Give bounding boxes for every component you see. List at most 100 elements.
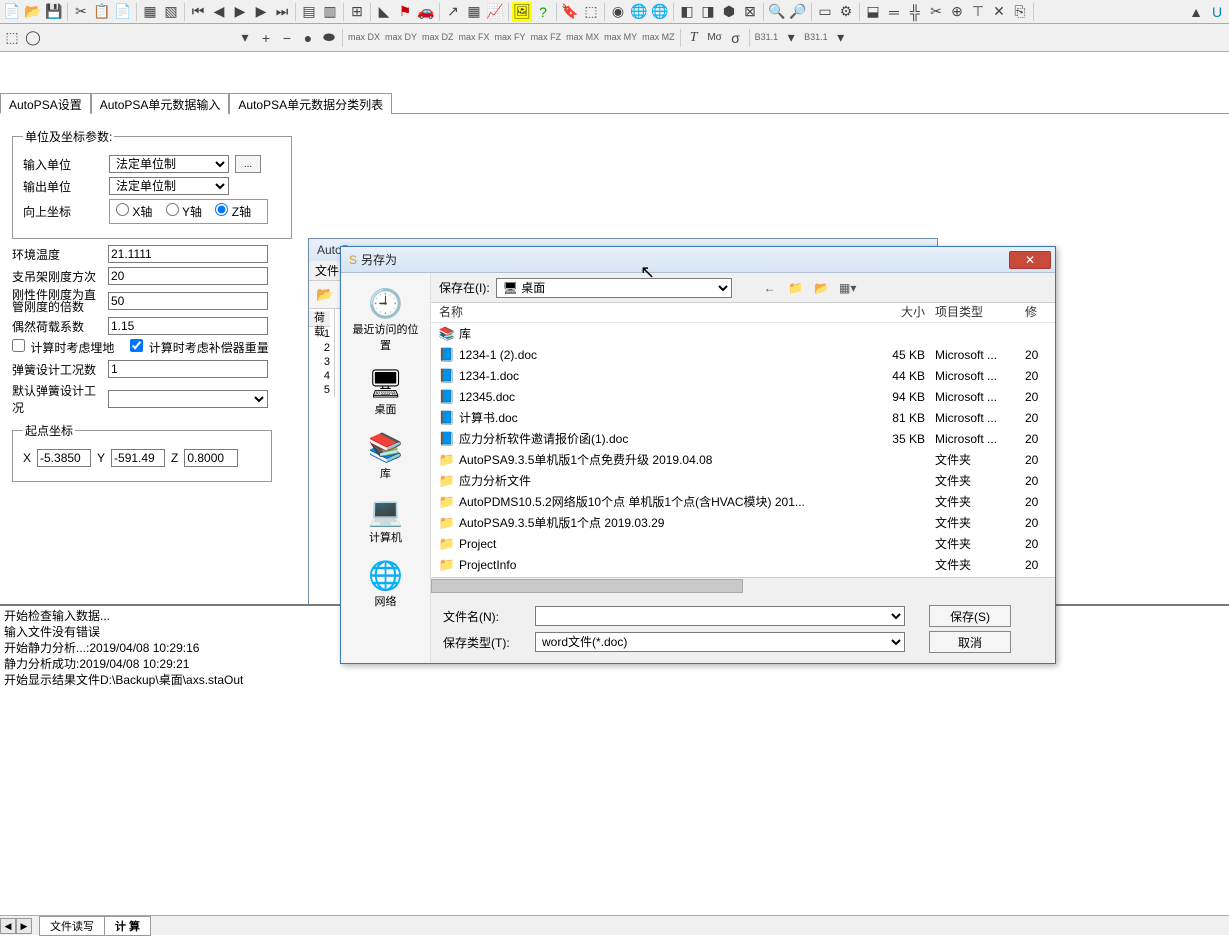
new-file-icon[interactable]: 📄 bbox=[2, 2, 22, 22]
dot-icon[interactable]: ● bbox=[298, 28, 318, 48]
place-desktop[interactable]: 🖥桌面 bbox=[351, 365, 421, 417]
cut-icon[interactable]: ✂ bbox=[71, 2, 91, 22]
filetype-select[interactable]: word文件(*.doc) bbox=[535, 632, 905, 652]
max-fx-label[interactable]: max FX bbox=[457, 33, 492, 42]
stiffness-exp-input[interactable] bbox=[108, 267, 268, 285]
pivot-icon[interactable]: ⊞ bbox=[347, 2, 367, 22]
join-icon[interactable]: ⊕ bbox=[947, 2, 967, 22]
tab-unit-list[interactable]: AutoPSA单元数据分类列表 bbox=[229, 93, 392, 114]
globe-icon[interactable]: 🌐 bbox=[629, 2, 649, 22]
env-temp-input[interactable] bbox=[108, 245, 268, 263]
max-my-label[interactable]: max MY bbox=[602, 33, 639, 42]
scroll-left-icon[interactable]: ◀ bbox=[0, 918, 16, 934]
horizontal-scrollbar[interactable] bbox=[431, 577, 1055, 593]
max-fz-label[interactable]: max FZ bbox=[529, 33, 564, 42]
findnext-icon[interactable]: 🔎 bbox=[788, 2, 808, 22]
up-icon[interactable]: 📁 bbox=[786, 278, 806, 298]
tab-settings[interactable]: AutoPSA设置 bbox=[0, 93, 91, 114]
place-network[interactable]: 🌐网络 bbox=[351, 557, 421, 609]
paste-icon[interactable]: 📄 bbox=[113, 2, 133, 22]
axis-y-radio[interactable]: Y轴 bbox=[166, 205, 202, 219]
pipe2-icon[interactable]: ╬ bbox=[905, 2, 925, 22]
chevron-down-icon[interactable]: ▾ bbox=[781, 28, 801, 48]
file-row[interactable]: 📘1234-1.doc44 KBMicrosoft ...20 bbox=[431, 365, 1055, 386]
grid1-icon[interactable]: ▤ bbox=[299, 2, 319, 22]
filename-input[interactable] bbox=[535, 606, 905, 626]
bottom-tab-compute[interactable]: 计 算 bbox=[104, 916, 151, 936]
file-row[interactable]: 📘应力分析软件邀请报价函(1).doc35 KBMicrosoft ...20 bbox=[431, 428, 1055, 449]
back-icon[interactable]: ← bbox=[760, 278, 780, 298]
last-icon[interactable]: ⏭ bbox=[272, 2, 292, 22]
open-icon[interactable]: 📂 bbox=[315, 285, 335, 305]
sigma-icon[interactable]: σ bbox=[726, 28, 746, 48]
x-input[interactable] bbox=[37, 449, 91, 467]
help-icon[interactable]: ? bbox=[533, 2, 553, 22]
cancel-button[interactable]: 取消 bbox=[929, 631, 1011, 653]
tee-icon[interactable]: ⊤ bbox=[968, 2, 988, 22]
b311-label-2[interactable]: B31.1 bbox=[802, 33, 830, 42]
new-folder-icon[interactable]: 📂 bbox=[812, 278, 832, 298]
output-unit-select[interactable]: 法定单位制 bbox=[109, 177, 229, 195]
settings-icon[interactable]: ⚙ bbox=[836, 2, 856, 22]
sphere-icon[interactable]: ◉ bbox=[608, 2, 628, 22]
first-icon[interactable]: ⏮ bbox=[188, 2, 208, 22]
plus-icon[interactable]: + bbox=[256, 28, 276, 48]
t-icon[interactable]: T bbox=[684, 28, 704, 48]
cb-buried[interactable]: 计算时考虑埋地 bbox=[12, 339, 114, 356]
max-dy-label[interactable]: max DY bbox=[383, 33, 419, 42]
input-unit-select[interactable]: 法定单位制 bbox=[109, 155, 229, 173]
net-icon[interactable]: ⊠ bbox=[740, 2, 760, 22]
file-row[interactable]: 📘计算书.doc81 KBMicrosoft ...20 bbox=[431, 407, 1055, 428]
max-fy-label[interactable]: max FY bbox=[493, 33, 528, 42]
max-dz-label[interactable]: max DZ bbox=[420, 33, 456, 42]
z-input[interactable] bbox=[184, 449, 238, 467]
axis-x-radio[interactable]: X轴 bbox=[116, 205, 152, 219]
y-input[interactable] bbox=[111, 449, 165, 467]
save-icon[interactable]: 💾 bbox=[44, 2, 64, 22]
file-row[interactable]: 📘12345.doc94 KBMicrosoft ...20 bbox=[431, 386, 1055, 407]
pipe-icon[interactable]: ═ bbox=[884, 2, 904, 22]
file-list[interactable]: 📚库📘1234-1 (2).doc45 KBMicrosoft ...20📘12… bbox=[431, 323, 1055, 577]
view-menu-icon[interactable]: ▦▾ bbox=[838, 278, 858, 298]
load-acc-input[interactable] bbox=[108, 317, 268, 335]
flag-icon[interactable]: ⚑ bbox=[395, 2, 415, 22]
chevron-down-icon[interactable]: ▾ bbox=[831, 28, 851, 48]
close-button[interactable]: ✕ bbox=[1009, 251, 1051, 269]
a-icon[interactable]: ▲ bbox=[1186, 2, 1206, 22]
file-row[interactable]: 📁应力分析文件文件夹20 bbox=[431, 470, 1055, 491]
find-icon[interactable]: 🔍 bbox=[767, 2, 787, 22]
header-name[interactable]: 名称 bbox=[431, 303, 855, 322]
cube2-icon[interactable]: ◨ bbox=[698, 2, 718, 22]
table-icon[interactable]: ▦ bbox=[464, 2, 484, 22]
copy-icon[interactable]: 📋 bbox=[92, 2, 112, 22]
export-icon[interactable]: ↗ bbox=[443, 2, 463, 22]
spring-cases-input[interactable] bbox=[108, 360, 268, 378]
save-button[interactable]: 保存(S) bbox=[929, 605, 1011, 627]
max-mx-label[interactable]: max MX bbox=[564, 33, 601, 42]
select-icon[interactable]: ▭ bbox=[815, 2, 835, 22]
place-libraries[interactable]: 📚库 bbox=[351, 429, 421, 481]
max-dx-label[interactable]: max DX bbox=[346, 33, 382, 42]
graph-icon[interactable]: 📈 bbox=[485, 2, 505, 22]
file-row[interactable]: 📁AutoPDMS10.5.2网络版10个点 单机版1个点(含HVAC模块) 2… bbox=[431, 491, 1055, 512]
minus-icon[interactable]: − bbox=[277, 28, 297, 48]
dialog-titlebar[interactable]: S 另存为 ✕ bbox=[341, 247, 1055, 273]
cb-compensator[interactable]: 计算时考虑补偿器重量 bbox=[130, 339, 268, 356]
dropdown-icon[interactable]: ▾ bbox=[235, 28, 255, 48]
file-row[interactable]: 📘1234-1 (2).doc45 KBMicrosoft ...20 bbox=[431, 344, 1055, 365]
ellipse-icon[interactable]: ⬬ bbox=[319, 28, 339, 48]
cut2-icon[interactable]: ✂ bbox=[926, 2, 946, 22]
tab-unit-input[interactable]: AutoPSA单元数据输入 bbox=[91, 93, 230, 114]
header-type[interactable]: 项目类型 bbox=[935, 303, 1025, 322]
max-mz-label[interactable]: max MZ bbox=[640, 33, 677, 42]
b311-label-1[interactable]: B31.1 bbox=[753, 33, 781, 42]
doc2-icon[interactable]: ▧ bbox=[161, 2, 181, 22]
scrollbar-thumb[interactable] bbox=[431, 579, 743, 593]
axis-z-radio[interactable]: Z轴 bbox=[215, 205, 251, 219]
save-in-select[interactable]: 🖥 桌面 bbox=[496, 278, 732, 298]
open-icon[interactable]: 📂 bbox=[23, 2, 43, 22]
triangle-icon[interactable]: ◣ bbox=[374, 2, 394, 22]
tank-icon[interactable]: ⬓ bbox=[863, 2, 883, 22]
ellipsis-button[interactable]: ... bbox=[235, 155, 261, 173]
play-icon[interactable]: ▶ bbox=[230, 2, 250, 22]
